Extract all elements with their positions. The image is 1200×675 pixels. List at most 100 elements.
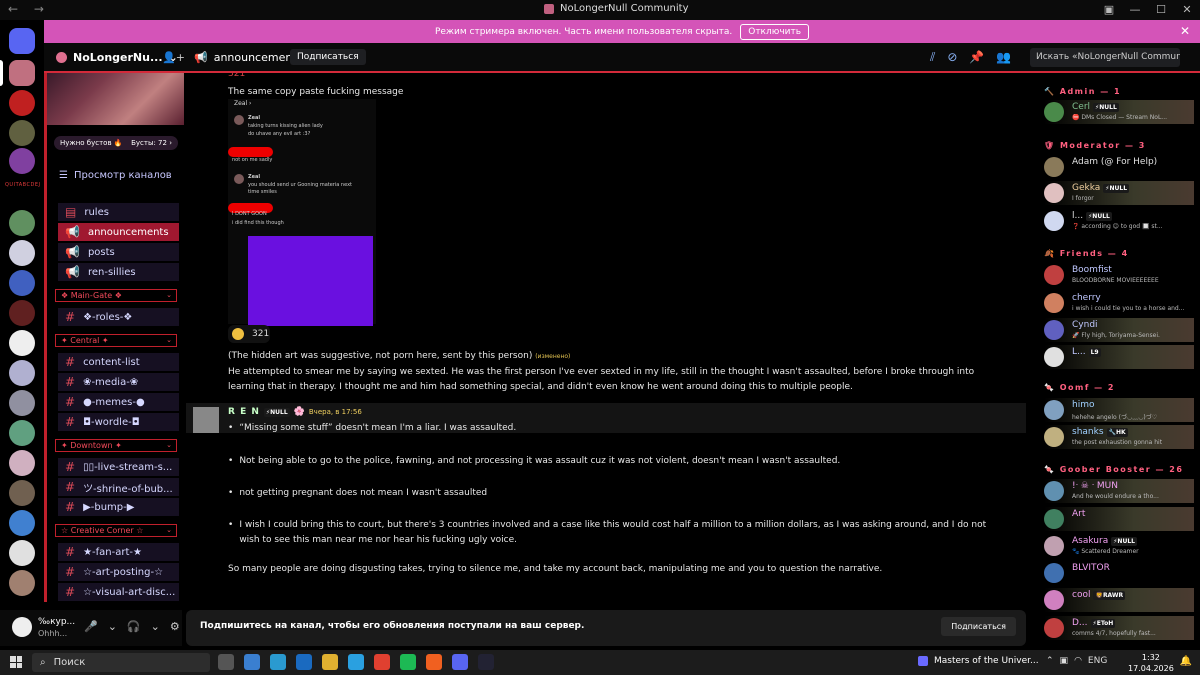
start-button[interactable]	[10, 656, 22, 668]
steam-icon[interactable]	[478, 654, 494, 670]
channel-rules[interactable]: ▤ rules	[58, 203, 179, 221]
member-item[interactable]: Gekka ⚡NULL I forgor	[1044, 181, 1194, 205]
reaction-chip[interactable]: 321	[228, 325, 270, 343]
server-icon[interactable]	[9, 330, 35, 356]
channel-posts[interactable]: 📢 posts	[58, 243, 179, 261]
channel-roles[interactable]: # ❖-roles-❖	[58, 308, 179, 326]
screenshot-attachment[interactable]: Zeal › Zeal taking turns kissing alien l…	[228, 99, 376, 326]
server-icon[interactable]	[9, 540, 35, 566]
channel-fan-art[interactable]: # ★-fan-art-★	[58, 543, 179, 561]
task-view-icon[interactable]	[218, 654, 234, 670]
notification-icon[interactable]: 🔔	[1180, 656, 1192, 667]
server-icon[interactable]	[9, 450, 35, 476]
channel-wordle[interactable]: # ◘-wordle-◘	[58, 413, 179, 431]
member-item[interactable]: cool 🦁RAWR	[1044, 588, 1194, 612]
channel-announcements[interactable]: 📢 announcements	[58, 223, 179, 241]
add-member-icon[interactable]: 👤+	[162, 51, 185, 64]
category-central[interactable]: ✦ Central ✦ ⌄	[55, 334, 177, 347]
spotify-icon[interactable]	[400, 654, 416, 670]
hidden-art-image[interactable]	[248, 236, 373, 326]
member-item[interactable]: Boomfist BLOODBORNE MOVIEEEEEEE	[1044, 263, 1194, 287]
lang-indicator[interactable]: ENG	[1088, 656, 1107, 666]
member-item[interactable]: L... L9	[1044, 345, 1194, 369]
clock[interactable]: 1:32 17.04.2026	[1128, 652, 1174, 674]
threads-icon[interactable]: ⫽	[930, 50, 935, 65]
category-downtown[interactable]: ✦ Downtown ✦ ⌄	[55, 439, 177, 452]
telegram-icon[interactable]	[348, 654, 364, 670]
server-icon[interactable]	[9, 270, 35, 296]
channel-visual-art[interactable]: # ☆-visual-art-disc...	[58, 583, 179, 601]
server-icon[interactable]	[9, 570, 35, 596]
tray-icon[interactable]: ⌃	[1046, 656, 1054, 666]
mail-icon[interactable]	[296, 654, 312, 670]
member-item[interactable]: cherry i wish i could tie you to a horse…	[1044, 291, 1194, 315]
taskbar-search[interactable]: ⌕ Поиск	[32, 653, 210, 672]
member-item[interactable]: Art	[1044, 507, 1194, 531]
channel-shrine[interactable]: # ツ-shrine-of-bub...	[58, 478, 179, 496]
channel-content-list[interactable]: # content-list	[58, 353, 179, 371]
member-item[interactable]: BLVITOR	[1044, 561, 1194, 585]
minimize-button[interactable]: —	[1122, 0, 1148, 20]
avatar[interactable]	[193, 407, 219, 433]
tray-icon[interactable]: ▣	[1060, 656, 1069, 666]
search-input[interactable]: Искать «NoLongerNull Commun...	[1030, 48, 1180, 67]
chevron-down-icon[interactable]: ⌄	[151, 620, 160, 633]
nav-arrows[interactable]: ← →	[8, 2, 50, 16]
member-item[interactable]: Cyndi 🚀 Fly high, Toriyama-Sensei.	[1044, 318, 1194, 342]
server-icon[interactable]	[9, 210, 35, 236]
server-icon[interactable]	[9, 240, 35, 266]
server-icon[interactable]	[9, 120, 35, 146]
subscribe-button[interactable]: Подписаться	[290, 49, 366, 65]
window-inbox-icon[interactable]: ▣	[1096, 0, 1122, 20]
member-item[interactable]: D... ⚡EToH comms 4/7, hopefully fast...	[1044, 616, 1194, 640]
disable-streamer-button[interactable]: Отключить	[740, 23, 810, 40]
member-item[interactable]: Asakura ⚡NULL 🐾 Scattered Dreamer	[1044, 534, 1194, 558]
server-icon[interactable]	[9, 60, 35, 86]
member-item[interactable]: l... ⚡NULL ❓ according 😊 to god 🔲 st...	[1044, 209, 1194, 233]
category-main-gate[interactable]: ❖ Main-Gate ❖ ⌄	[55, 289, 177, 302]
server-icon[interactable]	[9, 300, 35, 326]
gear-icon[interactable]: ⚙	[170, 620, 180, 633]
members-icon[interactable]: 👥	[996, 50, 1011, 65]
channel-media[interactable]: # ❀-media-❀	[58, 373, 179, 391]
discord-home-icon[interactable]	[9, 28, 35, 54]
member-item[interactable]: shanks 🔧HK the post exhaustion gonna hit	[1044, 425, 1194, 449]
category-creative-corner[interactable]: ☆ Creative Corner ☆ ⌄	[55, 524, 177, 537]
explorer-icon[interactable]	[322, 654, 338, 670]
media-widget[interactable]: Masters of the Univer...	[918, 656, 1039, 666]
soundcloud-icon[interactable]	[426, 654, 442, 670]
server-icon[interactable]	[9, 480, 35, 506]
notifications-off-icon[interactable]: ⊘	[947, 50, 957, 65]
pin-icon[interactable]: 📌	[969, 50, 984, 65]
channel-live-stream[interactable]: # ▯▯-live-stream-s...	[58, 458, 179, 476]
browse-channels-button[interactable]: ☰ Просмотр каналов	[59, 170, 172, 181]
discord-icon[interactable]	[452, 654, 468, 670]
member-item[interactable]: Adam (@ For Help)	[1044, 155, 1194, 179]
maximize-button[interactable]: ☐	[1148, 0, 1174, 20]
edge-icon[interactable]	[270, 654, 286, 670]
chevron-down-icon[interactable]: ⌄	[108, 620, 117, 633]
subscribe-prompt-button[interactable]: Подписаться	[941, 617, 1016, 636]
server-icon[interactable]	[9, 510, 35, 536]
microphone-icon[interactable]: 🎤	[84, 620, 98, 633]
channel-memes[interactable]: # ●-memes-●	[58, 393, 179, 411]
boost-bar[interactable]: Нужно бустов 🔥 Бусты: 72 ›	[54, 136, 178, 150]
store-icon[interactable]	[244, 654, 260, 670]
server-icon[interactable]	[9, 390, 35, 416]
server-icon[interactable]	[9, 360, 35, 386]
server-icon[interactable]	[9, 148, 35, 174]
member-item[interactable]: !ᐧ ☠ ᐧ MUN And he would endure a tho...	[1044, 479, 1194, 503]
wifi-icon[interactable]: ◠	[1074, 656, 1082, 666]
headphones-icon[interactable]: 🎧	[127, 620, 141, 633]
channel-art-posting[interactable]: # ☆-art-posting-☆	[58, 563, 179, 581]
server-name-button[interactable]: NoLongerNu... ⌄	[56, 51, 178, 64]
member-item[interactable]: Cerl ⚡NULL ⛔ DMs Closed — Stream NoL...	[1044, 100, 1194, 124]
member-item[interactable]: himo hehehe angelo (づ◡﹏◡)づ♡	[1044, 398, 1194, 422]
close-button[interactable]: ✕	[1174, 0, 1200, 20]
avatar[interactable]	[12, 617, 32, 637]
banner-close-icon[interactable]: ✕	[1180, 24, 1190, 38]
server-icon[interactable]	[9, 420, 35, 446]
server-icon[interactable]	[9, 90, 35, 116]
channel-ren-sillies[interactable]: 📢 ren-sillies	[58, 263, 179, 281]
chrome-icon[interactable]	[374, 654, 390, 670]
